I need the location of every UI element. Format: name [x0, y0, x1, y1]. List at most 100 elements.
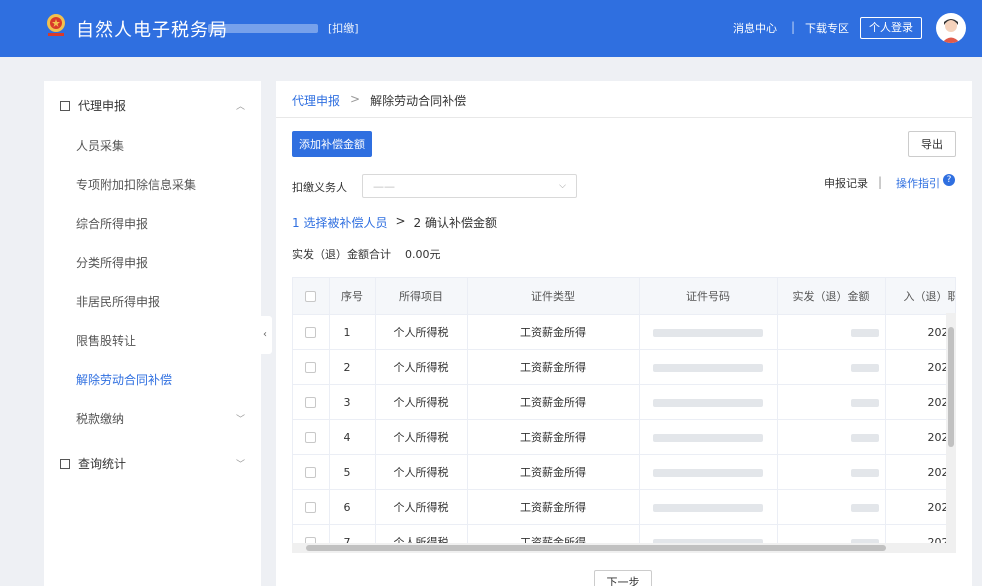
row-select-cell[interactable]	[293, 419, 330, 455]
row-checkbox[interactable]	[305, 397, 317, 408]
breadcrumb-home[interactable]: 代理申报	[292, 92, 340, 109]
row-income-item: 个人所得税	[375, 489, 468, 525]
table-row[interactable]: 2个人所得税工资薪金所得2020-0	[293, 349, 955, 385]
column-header: 所得项目	[375, 278, 468, 315]
row-checkbox[interactable]	[305, 362, 317, 373]
link-separator: |	[878, 175, 883, 189]
declaration-record-link[interactable]: 申报记录	[824, 175, 868, 191]
row-id-number	[639, 419, 778, 455]
row-select-cell[interactable]	[293, 454, 330, 490]
step-1: 1 选择被补偿人员	[292, 216, 388, 230]
sidebar-group-label: 查询统计	[78, 457, 127, 471]
row-amount	[777, 454, 886, 490]
row-number: 3	[329, 384, 376, 420]
select-all-checkbox[interactable]	[305, 291, 317, 302]
divider	[276, 117, 972, 118]
user-avatar[interactable]	[936, 13, 966, 43]
sidebar-item-severance[interactable]: 解除劳动合同补偿	[76, 371, 172, 388]
table-row[interactable]: 6个人所得税工资薪金所得2020-0	[293, 489, 955, 525]
column-header: 证件类型	[467, 278, 640, 315]
sidebar-group-agent-declare[interactable]: 代理申报	[60, 97, 126, 114]
row-amount	[777, 384, 886, 420]
horizontal-scrollbar[interactable]	[292, 543, 956, 553]
sidebar-item-personnel[interactable]: 人员采集	[76, 137, 124, 154]
compensation-table: 序号 所得项目 证件类型 证件号码 实发（退）金额 入（退）职 1 个人所得税 工资…	[292, 277, 956, 553]
row-id-type: 工资薪金所得	[467, 489, 640, 525]
breadcrumb: 代理申报 > 解除劳动合同补偿	[292, 92, 466, 109]
row-select-cell[interactable]	[293, 349, 330, 385]
sidebar-item-classified-income[interactable]: 分类所得申报	[76, 254, 148, 271]
withholding-agent-select[interactable]: —— ⌵	[362, 174, 577, 198]
row-id-type: 工资薪金所得	[467, 349, 640, 385]
row-id-number	[639, 489, 778, 525]
emblem-icon	[47, 14, 65, 36]
sidebar-item-non-resident[interactable]: 非居民所得申报	[76, 293, 160, 310]
row-number: 6	[329, 489, 376, 525]
redacted-id	[653, 363, 763, 372]
chevron-down-icon[interactable]: ﹀	[236, 457, 245, 470]
row-checkbox[interactable]	[305, 327, 317, 338]
row-income-item: 个人所得税	[375, 419, 468, 455]
sidebar-item-restricted-stock[interactable]: 限售股转让	[76, 332, 136, 349]
row-income-item: 个人所得税	[375, 384, 468, 420]
personal-login-button[interactable]: 个人登录	[860, 17, 922, 39]
row-select-cell[interactable]	[293, 384, 330, 420]
row-select-cell[interactable]	[293, 314, 330, 350]
row-amount	[777, 419, 886, 455]
declare-icon	[60, 100, 70, 111]
select-placeholder: ——	[373, 179, 395, 193]
redacted-id	[653, 468, 763, 477]
sidebar-collapse-handle[interactable]: ‹	[258, 316, 272, 354]
sidebar-item-comprehensive-income[interactable]: 综合所得申报	[76, 215, 148, 232]
next-step-button[interactable]: 下一步	[594, 570, 652, 586]
user-name-redacted	[208, 24, 318, 33]
role-badge: [扣缴]	[328, 22, 359, 35]
table-row[interactable]: 5个人所得税工资薪金所得2020-0	[293, 454, 955, 490]
table-header-row: 序号 所得项目 证件类型 证件号码 实发（退）金额 入（退）职	[293, 278, 955, 315]
summary-value: 0.00元	[405, 248, 441, 261]
sidebar-group-tax-payment[interactable]: 税款缴纳	[76, 410, 124, 427]
row-income-item: 个人所得税	[375, 349, 468, 385]
help-icon[interactable]: ?	[943, 174, 955, 186]
add-compensation-button[interactable]: 添加补偿金额	[292, 131, 372, 157]
step-2: 2 确认补偿金额	[413, 216, 497, 230]
column-header: 实发（退）金额	[777, 278, 886, 315]
sidebar: 代理申报 ︿ 人员采集 专项附加扣除信息采集 综合所得申报 分类所得申报 非居民…	[44, 81, 261, 586]
avatar-icon	[942, 19, 960, 43]
withholding-agent-label: 扣缴义务人	[292, 181, 347, 194]
nav-download-zone[interactable]: 下载专区	[805, 20, 849, 36]
row-id-number	[639, 349, 778, 385]
sidebar-item-special-deduction[interactable]: 专项附加扣除信息采集	[76, 176, 196, 193]
table-row[interactable]: 1个人所得税工资薪金所得2020-0	[293, 314, 955, 350]
scrollbar-thumb[interactable]	[948, 327, 954, 447]
row-checkbox[interactable]	[305, 432, 317, 443]
table-row[interactable]: 4个人所得税工资薪金所得2020-0	[293, 419, 955, 455]
row-checkbox[interactable]	[305, 502, 317, 513]
chevron-down-icon[interactable]: ﹀	[236, 412, 245, 425]
row-select-cell[interactable]	[293, 489, 330, 525]
redacted-amount	[850, 363, 879, 372]
query-icon	[60, 458, 70, 469]
column-header: 序号	[329, 278, 376, 315]
row-income-item: 个人所得税	[375, 314, 468, 350]
select-all-cell[interactable]	[293, 278, 330, 315]
top-header: 自然人电子税务局 [扣缴] 消息中心 | 下载专区 个人登录	[0, 0, 982, 57]
sidebar-group-label: 代理申报	[78, 99, 127, 113]
nav-message-center[interactable]: 消息中心	[733, 20, 777, 36]
breadcrumb-separator: >	[350, 92, 361, 106]
operation-guide-link[interactable]: 操作指引	[896, 175, 940, 191]
step-arrow-icon: >	[395, 214, 406, 228]
redacted-id	[653, 328, 763, 337]
table-row[interactable]: 3个人所得税工资薪金所得2020-0	[293, 384, 955, 420]
chevron-up-icon[interactable]: ︿	[236, 99, 245, 112]
row-id-number	[639, 384, 778, 420]
vertical-scrollbar[interactable]	[946, 313, 956, 543]
column-header: 入（退）职	[885, 278, 955, 315]
sidebar-group-query[interactable]: 查询统计	[60, 455, 126, 472]
row-checkbox[interactable]	[305, 467, 317, 478]
scrollbar-thumb[interactable]	[306, 545, 886, 551]
redacted-amount	[850, 503, 879, 512]
chevron-down-icon: ⌵	[559, 181, 566, 191]
export-button[interactable]: 导出	[908, 131, 956, 157]
row-amount	[777, 349, 886, 385]
